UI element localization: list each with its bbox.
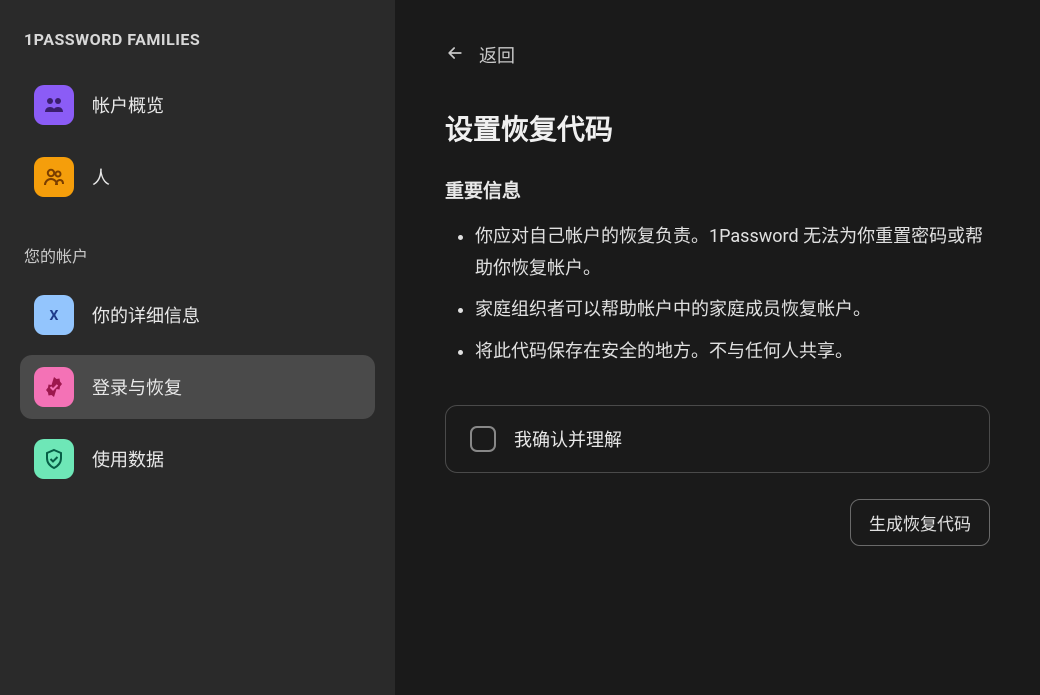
sidebar-item-usage-data[interactable]: 使用数据 xyxy=(20,427,375,491)
svg-text:X: X xyxy=(50,308,59,324)
sidebar-item-label: 帐户概览 xyxy=(92,92,164,118)
confirm-checkbox[interactable] xyxy=(470,426,496,452)
section-heading: 重要信息 xyxy=(445,176,990,203)
generate-recovery-code-button[interactable]: 生成恢复代码 xyxy=(850,499,990,546)
info-bullet-list: 你应对自己帐户的恢复负责。1Password 无法为你重置密码或帮助你恢复帐户。… xyxy=(445,221,990,377)
sidebar: 1PASSWORD FAMILIES 帐户概览 人 您的帐户 xyxy=(0,0,395,695)
list-item: 将此代码保存在安全的地方。不与任何人共享。 xyxy=(475,336,990,368)
people-group-icon xyxy=(34,85,74,125)
confirm-label: 我确认并理解 xyxy=(514,426,622,452)
arrow-left-icon xyxy=(445,43,465,68)
list-item: 家庭组织者可以帮助帐户中的家庭成员恢复帐户。 xyxy=(475,294,990,326)
sidebar-item-label: 你的详细信息 xyxy=(92,302,200,328)
back-label: 返回 xyxy=(479,42,515,68)
sidebar-item-people[interactable]: 人 xyxy=(20,145,375,209)
confirm-box: 我确认并理解 xyxy=(445,405,990,473)
sidebar-item-account-overview[interactable]: 帐户概览 xyxy=(20,73,375,137)
sidebar-item-your-details[interactable]: X 你的详细信息 xyxy=(20,283,375,347)
main-content: 返回 设置恢复代码 重要信息 你应对自己帐户的恢复负责。1Password 无法… xyxy=(395,0,1040,695)
people-icon xyxy=(34,157,74,197)
back-link[interactable]: 返回 xyxy=(445,42,990,68)
sidebar-item-label: 登录与恢复 xyxy=(92,374,182,400)
action-row: 生成恢复代码 xyxy=(445,499,990,546)
sidebar-section-label: 您的帐户 xyxy=(20,243,375,267)
shield-check-icon xyxy=(34,439,74,479)
sidebar-header: 1PASSWORD FAMILIES xyxy=(20,30,375,49)
page-title: 设置恢复代码 xyxy=(445,108,990,148)
list-item: 你应对自己帐户的恢复负责。1Password 无法为你重置密码或帮助你恢复帐户。 xyxy=(475,221,990,284)
sidebar-item-label: 人 xyxy=(92,164,110,190)
sidebar-item-label: 使用数据 xyxy=(92,446,164,472)
badge-check-icon xyxy=(34,367,74,407)
user-letter-icon: X xyxy=(34,295,74,335)
sidebar-item-login-recovery[interactable]: 登录与恢复 xyxy=(20,355,375,419)
